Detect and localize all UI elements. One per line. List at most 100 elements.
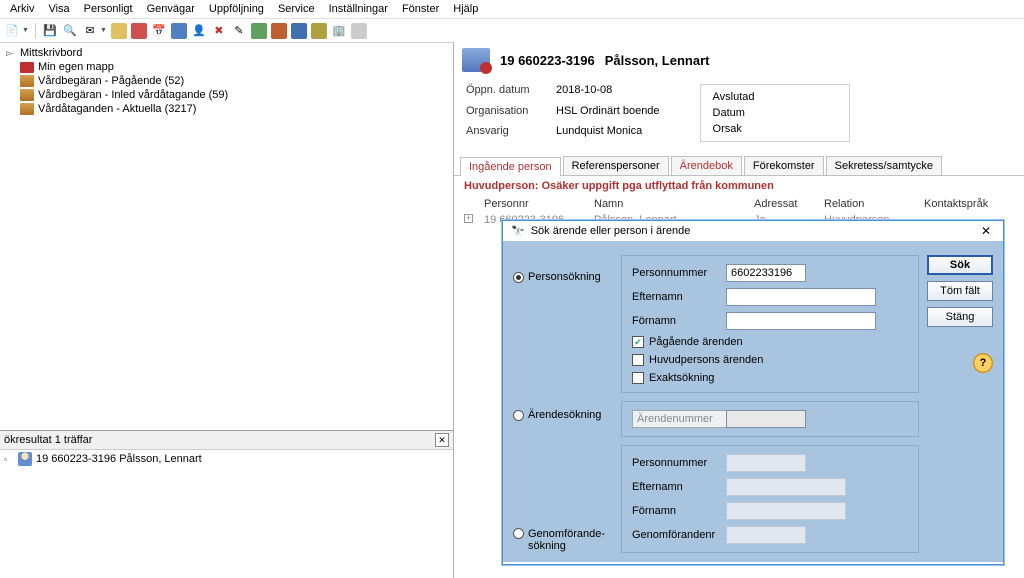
search-results-count: ökresultat 1 träffar: [4, 434, 92, 446]
menu-hjalp[interactable]: Hjälp: [453, 3, 478, 15]
chk-label: Pågående ärenden: [649, 336, 743, 348]
tab-referens[interactable]: Referenspersoner: [563, 156, 669, 175]
remove-user-icon[interactable]: ✖: [211, 23, 227, 39]
chk-exakt[interactable]: Exaktsökning: [632, 372, 908, 384]
edit-icon[interactable]: ✎: [231, 23, 247, 39]
g-pnr-label: Personnummer: [632, 457, 720, 469]
menu-personligt[interactable]: Personligt: [84, 3, 133, 15]
genomforande-fieldset: Personnummer Efternamn Förnamn Genomföra…: [621, 445, 919, 553]
g-efternamn-display: [726, 478, 846, 496]
menu-service[interactable]: Service: [278, 3, 315, 15]
person-icon: [18, 452, 32, 466]
efternamn-input[interactable]: [726, 288, 876, 306]
arendenummer-input[interactable]: [726, 410, 806, 428]
person-table-header: Personnr Namn Adressat Relation Kontakts…: [454, 196, 1024, 212]
menu-uppfoljning[interactable]: Uppföljning: [209, 3, 264, 15]
dialog-close-button[interactable]: ✕: [977, 224, 995, 238]
radio-icon: [513, 272, 524, 283]
chart-icon[interactable]: [271, 23, 287, 39]
menu-genvagar[interactable]: Genvägar: [147, 3, 195, 15]
stang-button[interactable]: Stäng: [927, 307, 993, 327]
meta-left: Öppn. datum 2018-10-08 Organisation HSL …: [466, 84, 660, 142]
select-label: Ärendenummer: [637, 413, 713, 425]
efternamn-label: Efternamn: [632, 291, 720, 303]
collapse-icon[interactable]: ▻: [6, 48, 16, 59]
case-id: 19 660223-3196: [500, 53, 595, 68]
left-panel: ▻ Mittskrivbord Min egen mapp Vårdbegära…: [0, 42, 454, 578]
tree-item-pagaende[interactable]: Vårdbegäran - Pågående (52): [0, 74, 453, 88]
toolbar-icon-1[interactable]: [111, 23, 127, 39]
toolbar: 📄 ▼ 💾 🔍 ✉ ▼ 📅 👤 ✖ ✎ 🏢: [0, 19, 1024, 43]
building-icon[interactable]: 🏢: [331, 23, 347, 39]
col-personnr: Personnr: [484, 198, 594, 210]
chk-huvudperson[interactable]: Huvudpersons ärenden: [632, 354, 908, 366]
row-expand-icon[interactable]: +: [464, 214, 473, 223]
tree-item-inled[interactable]: Vårdbegäran - Inled vårdåtagande (59): [0, 88, 453, 102]
menu-fonster[interactable]: Fönster: [402, 3, 439, 15]
window-icon[interactable]: [291, 23, 307, 39]
tab-ingaende[interactable]: Ingående person: [460, 157, 561, 176]
open-date-label: Öppn. datum: [466, 84, 546, 101]
search-dialog: 🔭 Sök ärende eller person i ärende ✕ Per…: [502, 220, 1004, 565]
radio-label: Personsökning: [528, 271, 601, 283]
radio-genomforande[interactable]: Genomförande- sökning: [513, 528, 613, 552]
pnr-input[interactable]: [726, 264, 806, 282]
sok-button[interactable]: Sök: [927, 255, 993, 275]
toolbar-icon-2[interactable]: [131, 23, 147, 39]
radio-arendesokning[interactable]: Ärendesökning: [513, 409, 613, 421]
toolbar-icon-3[interactable]: [251, 23, 267, 39]
radio-personsokning[interactable]: Personsökning: [513, 271, 613, 283]
close-results-button[interactable]: ✕: [435, 433, 449, 447]
new-doc-icon[interactable]: 📄: [4, 23, 20, 39]
checkbox-icon: ✔: [632, 336, 644, 348]
radio-label: Ärendesökning: [528, 409, 601, 421]
toolbar-icon-4[interactable]: [351, 23, 367, 39]
dialog-title: Sök ärende eller person i ärende: [531, 225, 691, 237]
menu-installningar[interactable]: Inställningar: [329, 3, 388, 15]
tab-forekomster[interactable]: Förekomster: [744, 156, 824, 175]
org-value: HSL Ordinärt boende: [556, 105, 660, 122]
col-adressat: Adressat: [754, 198, 824, 210]
folder-red-icon: [20, 62, 34, 73]
tab-arendebok[interactable]: Ärendebok: [671, 156, 742, 175]
mail-icon[interactable]: ✉: [82, 23, 98, 39]
clipboard-icon[interactable]: [311, 23, 327, 39]
table-icon[interactable]: [171, 23, 187, 39]
date-label: Datum: [713, 107, 773, 119]
radio-label: Genomförande- sökning: [528, 528, 605, 552]
dialog-titlebar: 🔭 Sök ärende eller person i ärende ✕: [503, 221, 1003, 241]
tom-falt-button[interactable]: Töm fält: [927, 281, 993, 301]
expand-icon[interactable]: ▫: [4, 454, 14, 464]
col-relation: Relation: [824, 198, 924, 210]
chk-label: Huvudpersons ärenden: [649, 354, 763, 366]
tree-label: Vårdbegäran - Inled vårdåtagande (59): [38, 89, 228, 101]
user-icon[interactable]: 👤: [191, 23, 207, 39]
nav-tree: ▻ Mittskrivbord Min egen mapp Vårdbegära…: [0, 42, 453, 120]
tab-sekretess[interactable]: Sekretess/samtycke: [826, 156, 942, 175]
col-kontaktsprak: Kontaktspråk: [924, 198, 1024, 210]
g-efternamn-label: Efternamn: [632, 481, 720, 493]
folder-icon: [20, 89, 34, 101]
dialog-buttons-column: Sök Töm fält Stäng ?: [927, 255, 993, 552]
search-result-row[interactable]: ▫ 19 660223-3196 Pålsson, Lennart: [0, 450, 453, 468]
chk-pagaende[interactable]: ✔ Pågående ärenden: [632, 336, 908, 348]
search-icon[interactable]: 🔍: [62, 23, 78, 39]
new-doc-dropdown[interactable]: ▼: [22, 27, 29, 34]
tree-root[interactable]: ▻ Mittskrivbord: [0, 46, 453, 60]
tree-item-min-egen[interactable]: Min egen mapp: [0, 60, 453, 74]
calendar-icon[interactable]: 📅: [151, 23, 167, 39]
menu-arkiv[interactable]: Arkiv: [10, 3, 34, 15]
fornamn-input[interactable]: [726, 312, 876, 330]
folder-icon: [20, 103, 34, 115]
arende-search-fieldset: Ärendenummer ▾: [621, 401, 919, 437]
save-icon[interactable]: 💾: [42, 23, 58, 39]
tree-item-aktuella[interactable]: Vårdåtaganden - Aktuella (3217): [0, 102, 453, 116]
radio-icon: [513, 528, 524, 539]
tabs: Ingående person Referenspersoner Ärendeb…: [454, 156, 1024, 176]
resp-value: Lundquist Monica: [556, 125, 660, 142]
help-icon[interactable]: ?: [973, 353, 993, 373]
col-namn: Namn: [594, 198, 754, 210]
mail-dropdown[interactable]: ▼: [100, 27, 107, 34]
case-person-name: Pålsson, Lennart: [605, 53, 710, 68]
menu-visa[interactable]: Visa: [48, 3, 69, 15]
